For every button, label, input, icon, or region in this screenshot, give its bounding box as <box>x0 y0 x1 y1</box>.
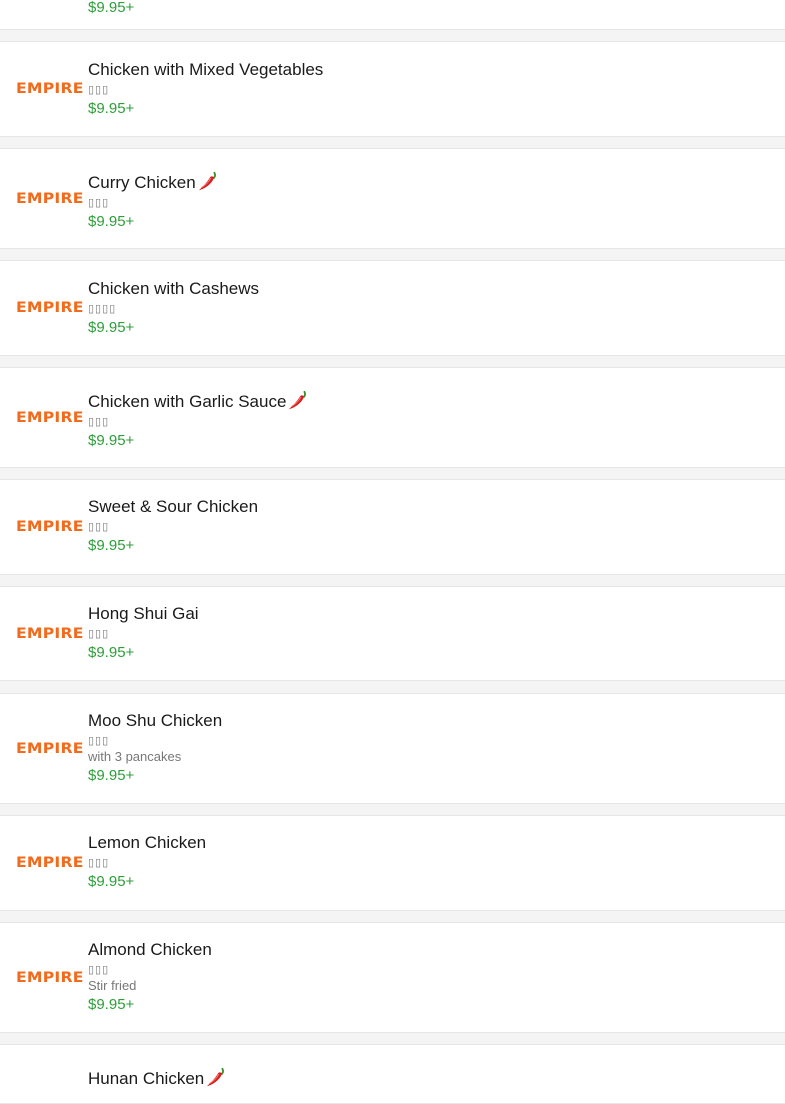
menu-item[interactable]: EMPIRE Chicken with Mixed Vegetables ▯▯▯ $9… <box>0 41 785 137</box>
empire-logo: EMPIRE <box>16 519 84 535</box>
chili-pepper-icon <box>287 390 309 412</box>
chili-pepper-icon <box>197 171 219 193</box>
empire-logo: EMPIRE <box>16 300 84 316</box>
item-name: Hunan Chicken <box>88 1067 227 1089</box>
item-price: $9.95+ <box>88 996 135 1013</box>
empire-logo: EMPIRE <box>16 855 84 871</box>
item-name: Chicken with Garlic Sauce <box>88 390 309 412</box>
item-price: $9.95+ <box>88 0 135 16</box>
menu-item[interactable]: EMPIRE Curry Chicken ▯▯▯ $9.95+ <box>0 148 785 249</box>
empire-logo: EMPIRE <box>16 409 84 426</box>
item-chinese-name: ▯▯▯ <box>88 84 110 96</box>
item-name: Curry Chicken <box>88 171 219 193</box>
empire-logo: EMPIRE <box>16 740 84 757</box>
item-price: $9.95+ <box>88 432 135 449</box>
item-price: $9.95+ <box>88 319 135 336</box>
menu-item[interactable]: EMPIRE Hong Shui Gai ▯▯▯ $9.95+ <box>0 586 785 681</box>
item-name: Hong Shui Gai <box>88 604 199 623</box>
item-chinese-name: ▯▯▯ <box>88 521 110 533</box>
menu-item[interactable]: EMPIRE Sweet & Sour Chicken ▯▯▯ $9.95+ <box>0 479 785 575</box>
item-chinese-name: ▯▯▯ <box>88 628 110 640</box>
item-price: $9.95+ <box>88 644 135 661</box>
menu-item[interactable]: EMPIRE Chicken with Cashews ▯▯▯▯ $9.95+ <box>0 260 785 356</box>
item-name: Chicken with Cashews <box>88 279 260 298</box>
item-price: $9.95+ <box>88 213 135 230</box>
item-price: $9.95+ <box>88 873 135 890</box>
chili-pepper-icon <box>205 1067 227 1089</box>
item-name: Sweet & Sour Chicken <box>88 497 259 516</box>
item-chinese-name: ▯▯▯ <box>88 964 110 976</box>
item-name: Chicken with Mixed Vegetables <box>88 60 324 79</box>
item-description: with 3 pancakes <box>88 749 182 764</box>
item-chinese-name: ▯▯▯ <box>88 197 110 209</box>
item-price: $9.95+ <box>88 537 135 554</box>
menu-item[interactable]: EMPIRE Moo Shu Chicken ▯▯▯ with 3 pancakes $… <box>0 693 785 804</box>
item-chinese-name: ▯▯▯ <box>88 416 110 428</box>
menu-item[interactable]: EMPIRE Chicken with Garlic Sauce ▯▯▯ $9.95+ <box>0 367 785 468</box>
item-name: Moo Shu Chicken <box>88 711 223 730</box>
item-price: $9.95+ <box>88 100 135 117</box>
item-chinese-name: ▯▯▯ <box>88 857 110 869</box>
menu-item[interactable]: EMPIRE Lemon Chicken ▯▯▯ $9.95+ <box>0 815 785 911</box>
empire-logo: EMPIRE <box>16 81 84 97</box>
item-price: $9.95+ <box>88 767 135 784</box>
empire-logo: EMPIRE <box>16 625 84 642</box>
menu-item[interactable]: EMPIRE Almond Chicken ▯▯▯ Stir fried $9.95+ <box>0 922 785 1033</box>
menu-item-partial[interactable]: $9.95+ <box>0 0 785 30</box>
empire-logo: EMPIRE <box>16 969 84 986</box>
item-chinese-name: ▯▯▯▯ <box>88 303 117 315</box>
item-name: Lemon Chicken <box>88 833 207 852</box>
empire-logo: EMPIRE <box>16 190 84 207</box>
item-description: Stir fried <box>88 978 137 993</box>
menu-item[interactable]: Hunan Chicken <box>0 1044 785 1104</box>
item-chinese-name: ▯▯▯ <box>88 735 110 747</box>
item-name: Almond Chicken <box>88 940 212 959</box>
